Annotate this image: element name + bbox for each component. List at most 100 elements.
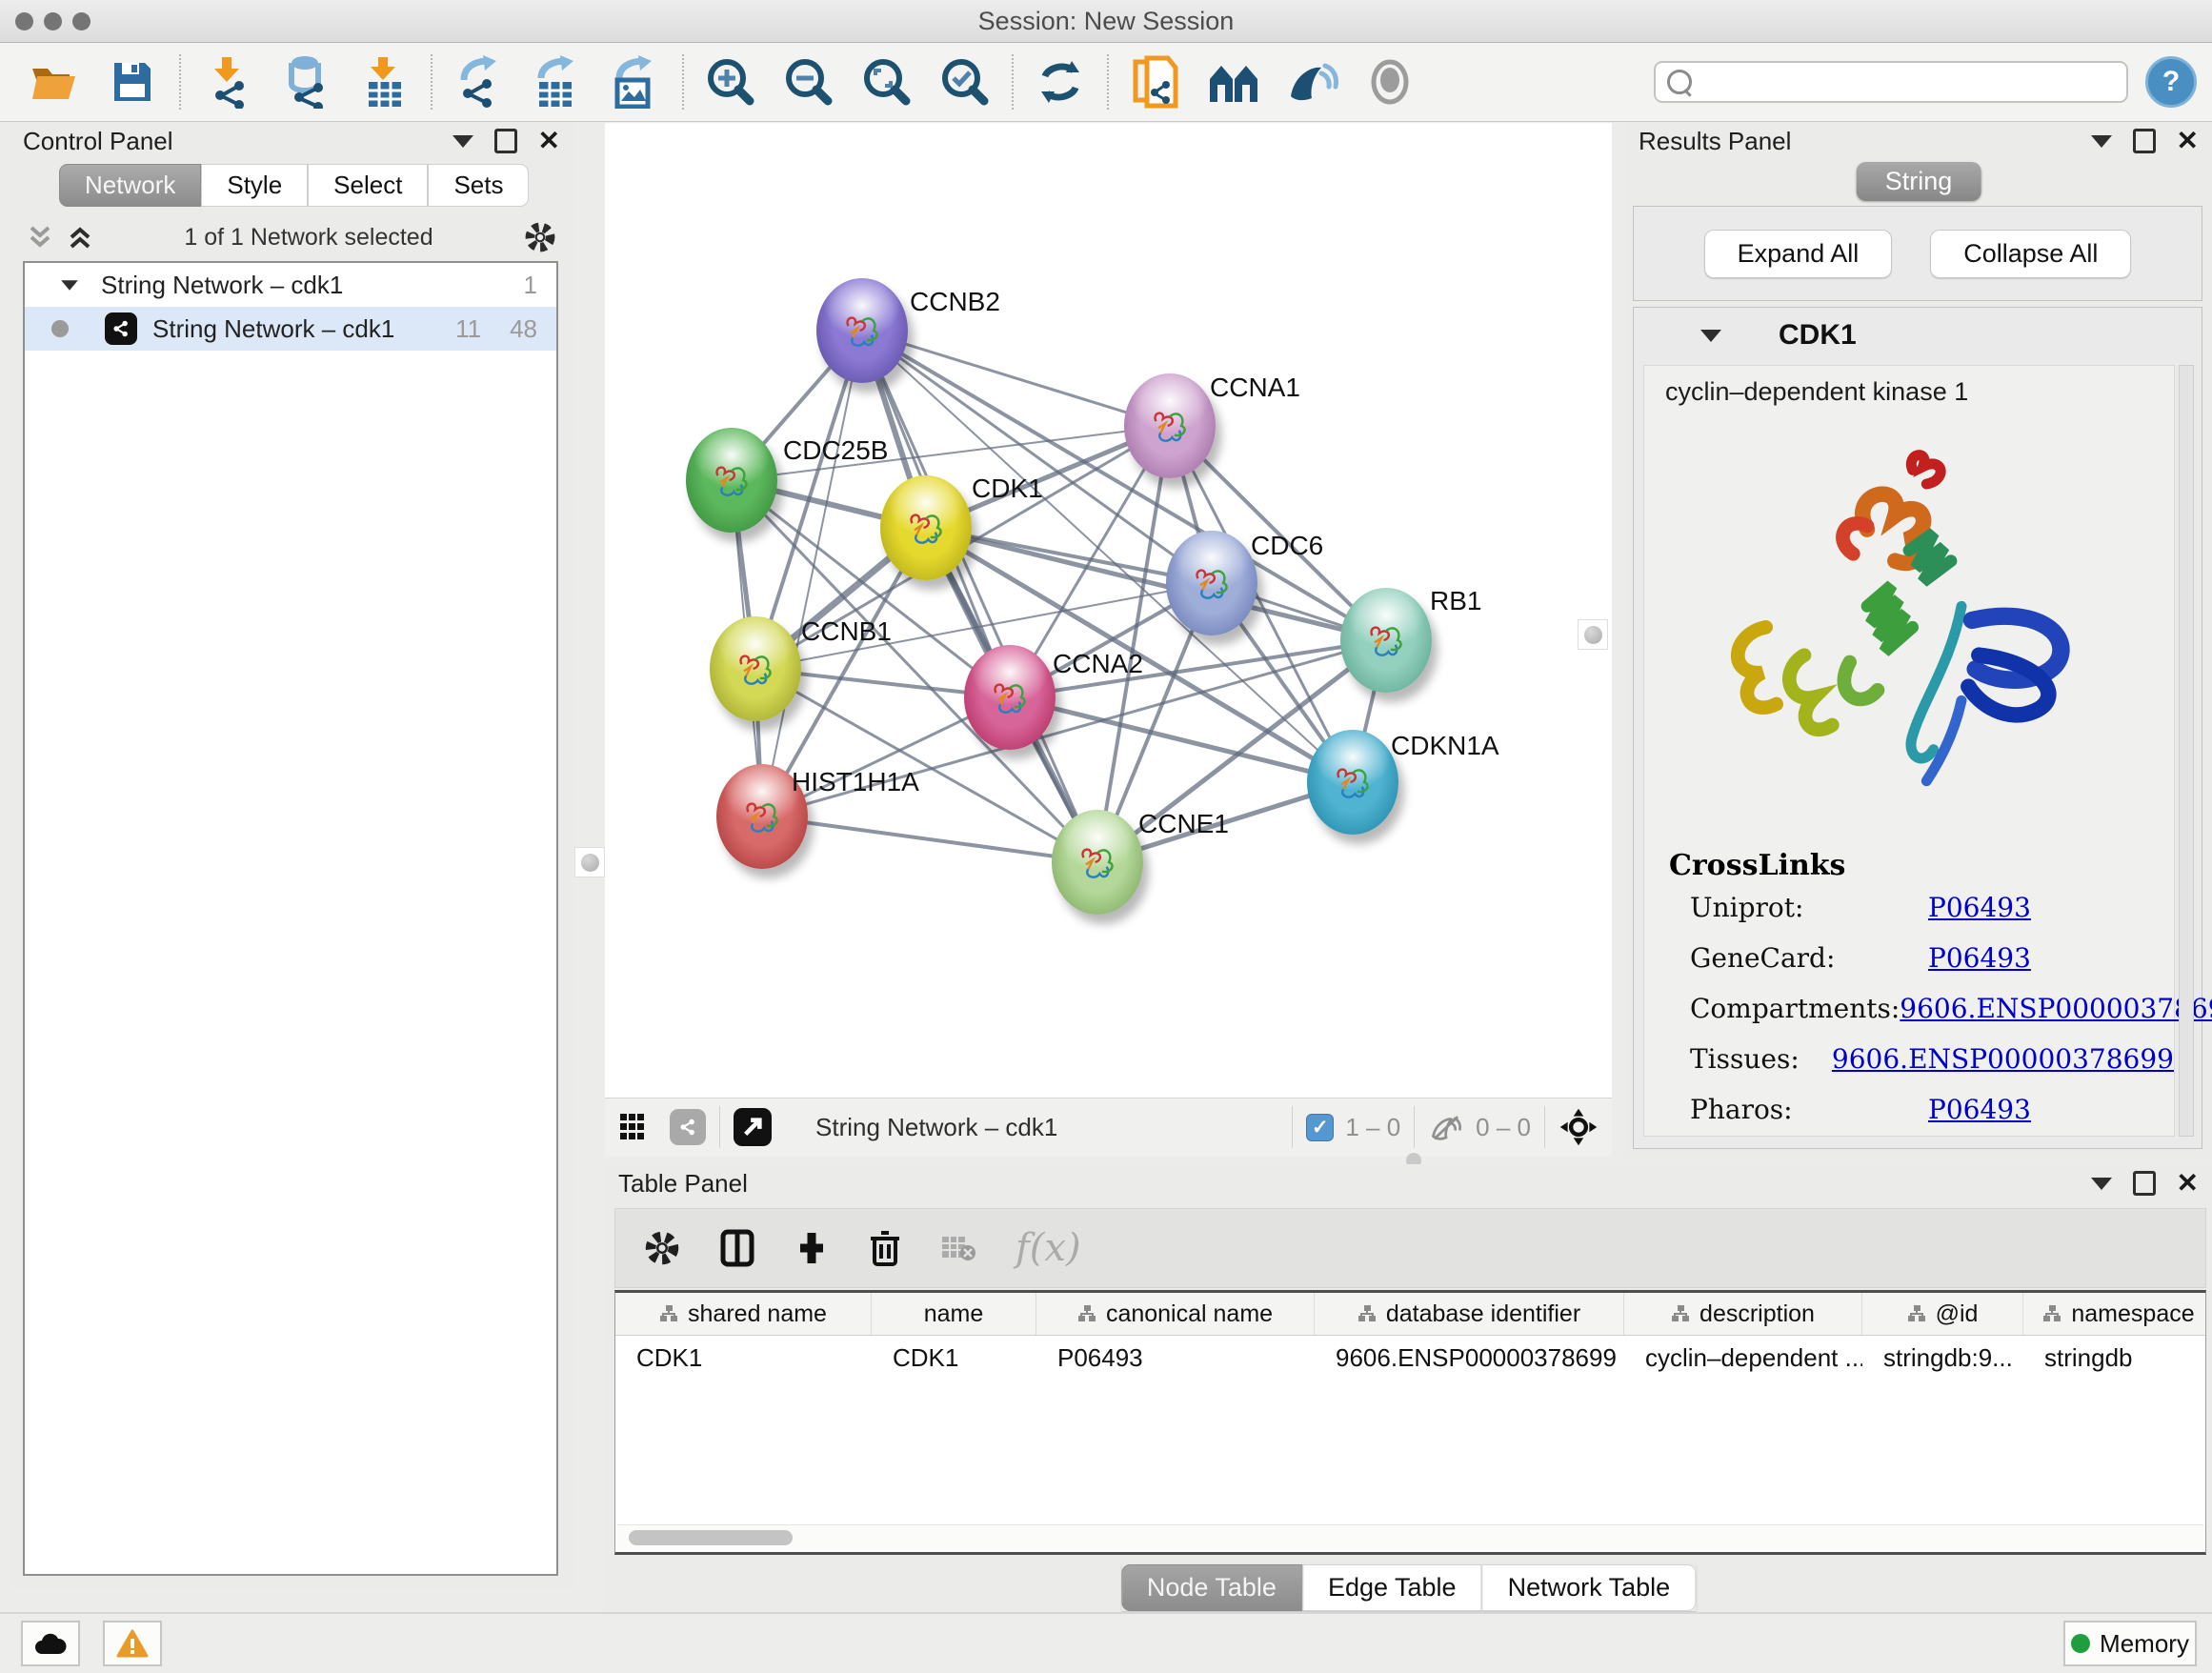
network-node-CCNB2[interactable] [816,278,908,383]
network-node-CCNA2[interactable] [964,645,1056,750]
warning-status-button[interactable] [103,1621,162,1666]
scrollbar-thumb[interactable] [629,1530,793,1545]
tab-style[interactable]: Style [201,164,308,207]
network-collection-row[interactable]: String Network – cdk1 1 [25,263,556,307]
apply-preferred-layout-button[interactable] [1021,50,1099,113]
collection-count: 1 [524,271,537,300]
column-header[interactable]: name [872,1293,1036,1335]
window-title: Session: New Session [0,0,2212,42]
export-image-button[interactable] [596,50,674,113]
tab-select[interactable]: Select [308,164,428,207]
save-session-button[interactable] [93,50,171,113]
tab-network[interactable]: Network [59,164,201,207]
collapse-all-button[interactable]: Collapse All [1930,230,2131,278]
collapse-panel-icon[interactable] [452,135,473,148]
node-table[interactable]: shared name name canonical name database… [614,1290,2206,1555]
gene-header[interactable]: CDK1 [1634,308,2202,363]
network-node-CCNB1[interactable] [710,616,801,721]
gear-icon[interactable] [644,1230,680,1266]
tab-node-table[interactable]: Node Table [1121,1564,1302,1611]
table-horizontal-scrollbar[interactable] [617,1524,2203,1550]
delete-column-icon[interactable] [869,1229,901,1267]
birdseye-grid-icon[interactable] [620,1114,653,1140]
copy-annotation-button[interactable] [1116,50,1195,113]
network-node-CCNA1[interactable] [1124,373,1216,478]
crosslink-pharos-link[interactable]: P06493 [1928,1094,2031,1125]
network-label: String Network – cdk1 [152,314,394,344]
collapse-panel-icon[interactable] [2091,1178,2112,1190]
float-panel-icon[interactable] [494,129,517,153]
network-node-RB1[interactable] [1340,588,1432,693]
export-network-button[interactable] [440,50,518,113]
network-node-CDC25B[interactable] [686,428,777,533]
add-column-icon[interactable] [794,1231,829,1265]
crosslink-genecard-link[interactable]: P06493 [1928,942,2031,974]
network-view-canvas[interactable]: CCNB2 CCNA1 CDC25B CDK1 CDC6 RB1 CCNB1 C… [605,123,1612,1098]
column-header[interactable]: shared name [615,1293,872,1335]
column-header[interactable]: namespace [2023,1293,2206,1335]
network-node-CDK1[interactable] [880,475,972,580]
tree-expander-icon[interactable] [61,280,78,290]
cloud-status-button[interactable] [21,1621,80,1666]
selected-checkbox-icon[interactable]: ✓ [1306,1114,1334,1141]
tab-sets[interactable]: Sets [428,164,529,207]
left-splitter-handle[interactable] [574,847,605,877]
column-header[interactable]: @id [1862,1293,2023,1335]
search-input[interactable] [1692,68,2096,96]
close-panel-icon[interactable]: ✕ [2177,131,2199,151]
show-columns-icon[interactable] [720,1229,754,1267]
show-all-button[interactable] [1351,50,1429,113]
close-panel-icon[interactable]: ✕ [538,131,560,151]
locate-crosshair-icon[interactable] [1558,1107,1599,1147]
network-row-selected[interactable]: String Network – cdk1 11 48 [25,307,556,351]
tab-edge-table[interactable]: Edge Table [1302,1564,1482,1611]
import-table-from-file-button[interactable] [345,50,423,113]
crosslink-compartments-link[interactable]: 9606.ENSP00000378699 [1900,993,2212,1024]
zoom-fit-button[interactable] [848,50,926,113]
open-session-button[interactable] [15,50,93,113]
zoom-out-button[interactable] [770,50,848,113]
collapse-all-icon[interactable] [27,224,53,251]
float-panel-icon[interactable] [2133,129,2156,153]
right-splitter-handle[interactable] [1578,619,1608,650]
maximize-window-button[interactable] [72,12,90,30]
column-header[interactable]: description [1624,1293,1862,1335]
control-panel-tabs: Network Style Select Sets [59,164,529,207]
gear-icon[interactable] [524,221,556,253]
node-label: CDC25B [783,435,888,466]
table-row[interactable]: CDK1 CDK1 P06493 9606.ENSP00000378699 cy… [615,1336,2205,1380]
close-panel-icon[interactable]: ✕ [2177,1174,2199,1193]
column-header[interactable]: canonical name [1036,1293,1315,1335]
search-field[interactable] [1654,61,2128,103]
export-table-button[interactable] [518,50,596,113]
hidden-eye-icon [1428,1113,1464,1141]
import-network-from-file-button[interactable] [189,50,267,113]
hide-selected-button[interactable] [1273,50,1351,113]
string-badge-icon[interactable] [670,1109,706,1145]
float-panel-icon[interactable] [2133,1171,2156,1196]
zoom-in-button[interactable] [692,50,770,113]
close-window-button[interactable] [15,12,33,30]
column-header[interactable]: database identifier [1315,1293,1624,1335]
network-node-CCNE1[interactable] [1052,810,1143,915]
open-in-browser-icon[interactable] [734,1108,772,1146]
expand-all-button[interactable]: Expand All [1704,230,1893,278]
network-node-CDKN1A[interactable] [1307,730,1398,835]
help-button[interactable]: ? [2145,56,2197,108]
collapse-panel-icon[interactable] [2091,135,2112,148]
tab-string[interactable]: String [1857,162,1981,201]
crosslink-uniprot-link[interactable]: P06493 [1928,892,2031,923]
crosslink-tissues-link[interactable]: 9606.ENSP00000378699 [1832,1043,2174,1075]
results-scrollbar[interactable] [2179,365,2194,1137]
save-disk-icon [111,59,154,105]
tab-network-table[interactable]: Network Table [1482,1564,1697,1611]
import-network-from-database-button[interactable] [267,50,345,113]
memory-button[interactable]: Memory [2063,1621,2197,1666]
zoom-selected-button[interactable] [926,50,1004,113]
network-node-CDC6[interactable] [1166,531,1257,635]
expand-all-icon[interactable] [67,224,93,251]
collapse-gene-icon[interactable] [1700,330,1721,342]
minimize-window-button[interactable] [44,12,62,30]
first-neighbors-button[interactable] [1195,50,1273,113]
cell-shared-name: CDK1 [615,1343,872,1373]
